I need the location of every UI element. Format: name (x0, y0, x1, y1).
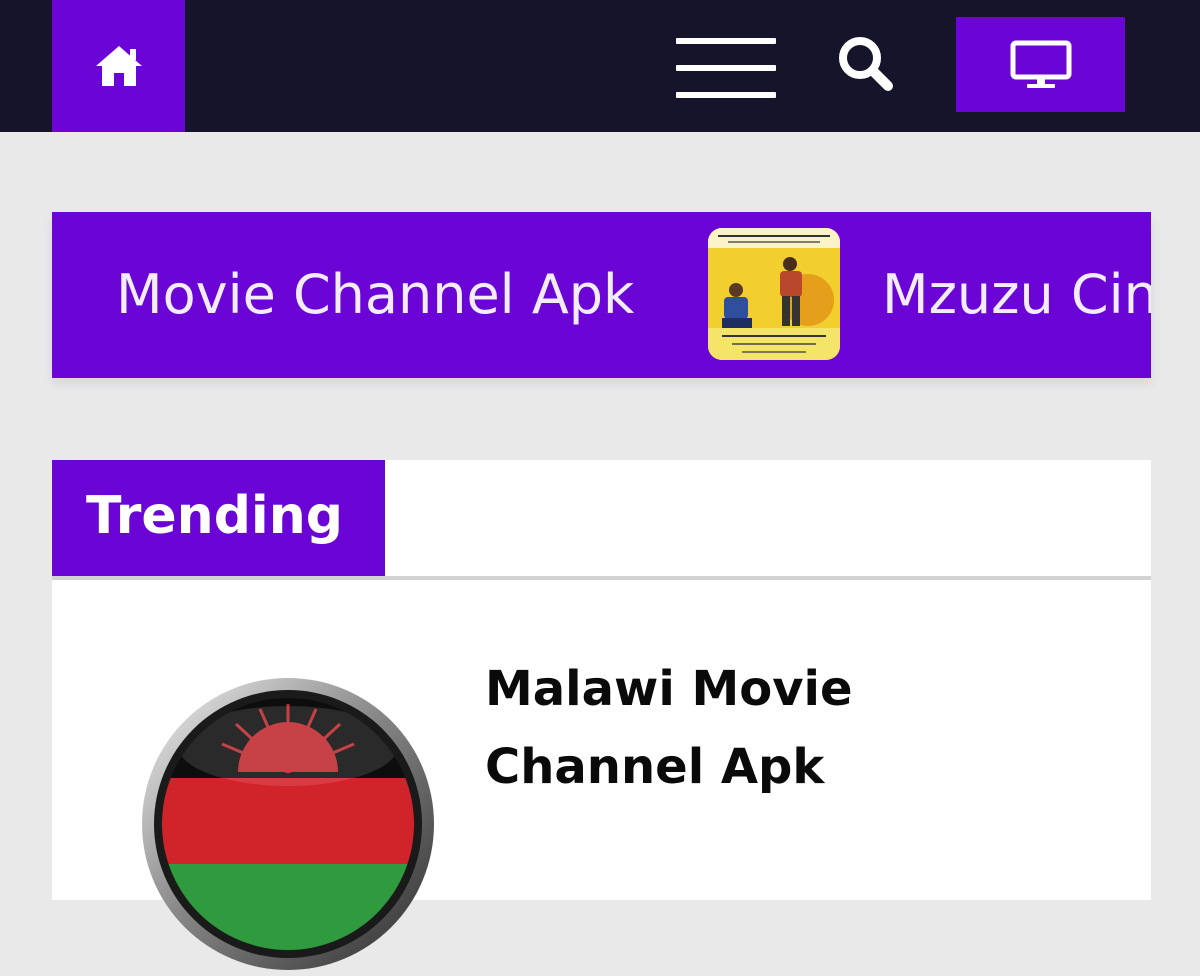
search-button[interactable] (834, 32, 898, 96)
trending-section: Trending Malawi Movie Channel Apk (52, 460, 1151, 970)
search-icon (839, 37, 893, 91)
home-button[interactable] (52, 0, 185, 132)
menu-bar (676, 92, 776, 98)
post-title[interactable]: Malawi Movie Channel Apk (485, 650, 1045, 806)
movie-poster-thumbnail (708, 228, 840, 360)
ticker-item[interactable]: Mzuzu Cine (882, 212, 1151, 378)
menu-bar (676, 38, 776, 44)
ticker-item-thumbnail[interactable] (708, 228, 840, 360)
news-ticker: Movie Channel Apk Mzuzu Cine (52, 212, 1151, 378)
section-divider (52, 576, 1151, 580)
menu-bar (676, 65, 776, 71)
ticker-item[interactable]: Movie Channel Apk (116, 212, 634, 378)
top-navigation-bar (0, 0, 1200, 132)
home-icon (95, 46, 142, 86)
tv-mode-button[interactable] (956, 17, 1125, 112)
monitor-icon (1010, 40, 1071, 88)
malawi-flag-icon (142, 678, 434, 970)
trending-heading: Trending (52, 460, 385, 576)
post-thumbnail[interactable] (140, 676, 436, 972)
menu-button[interactable] (676, 34, 776, 102)
